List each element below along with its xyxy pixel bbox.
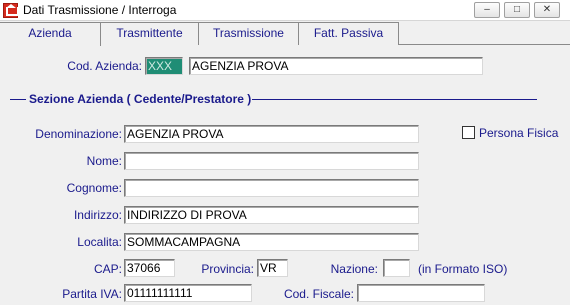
cognome-field[interactable] (124, 179, 419, 197)
cod-fiscale-field[interactable] (357, 284, 485, 302)
persona-fisica-label: Persona Fisica (479, 126, 559, 140)
partita-iva-label: Partita IVA: (62, 287, 122, 301)
cap-label: CAP: (93, 262, 122, 276)
nome-label: Nome: (86, 154, 122, 168)
tab-bar: Azienda Trasmittente Trasmissione Fatt. … (0, 21, 570, 46)
denominazione-label: Denominazione: (35, 127, 122, 141)
denominazione-field[interactable]: AGENZIA PROVA (124, 125, 419, 143)
provincia-label: Provincia: (201, 262, 254, 276)
nazione-label: Nazione: (330, 262, 378, 276)
window-title: Dati Trasmissione / Interroga (23, 3, 177, 17)
cod-azienda-label: Cod. Azienda: (67, 59, 142, 73)
restore-button[interactable]: □ (504, 2, 530, 18)
minimize-button[interactable]: – (474, 2, 500, 18)
cod-fiscale-label: Cod. Fiscale: (283, 287, 354, 301)
section-line-left (10, 99, 26, 100)
partita-iva-field[interactable]: 01111111111 (124, 284, 252, 302)
azienda-name-field[interactable]: AGENZIA PROVA (189, 57, 483, 75)
tab-trasmittente[interactable]: Trasmittente (101, 22, 199, 45)
app-home-icon (3, 3, 19, 18)
tab-fatt-passiva[interactable]: Fatt. Passiva (299, 22, 399, 45)
section-title: Sezione Azienda ( Cedente/Prestatore ) (29, 92, 252, 106)
cod-azienda-field[interactable]: XXX (145, 57, 183, 75)
title-bar: Dati Trasmissione / Interroga – □ ✕ (0, 0, 570, 21)
close-button[interactable]: ✕ (534, 2, 560, 18)
nome-field[interactable] (124, 152, 419, 170)
nazione-field[interactable] (383, 259, 410, 277)
tab-trasmissione[interactable]: Trasmissione (199, 22, 299, 45)
section-line-right (252, 99, 537, 100)
localita-field[interactable]: SOMMACAMPAGNA (124, 233, 419, 251)
nazione-hint: (in Formato ISO) (418, 262, 508, 276)
provincia-field[interactable]: VR (257, 259, 288, 277)
localita-label: Localita: (77, 235, 122, 249)
indirizzo-field[interactable]: INDIRIZZO DI PROVA (124, 206, 419, 224)
cap-field[interactable]: 37066 (124, 259, 175, 277)
indirizzo-label: Indirizzo: (73, 208, 122, 222)
cognome-label: Cognome: (66, 181, 122, 195)
persona-fisica-checkbox[interactable] (462, 126, 475, 139)
tab-azienda[interactable]: Azienda (0, 22, 101, 46)
